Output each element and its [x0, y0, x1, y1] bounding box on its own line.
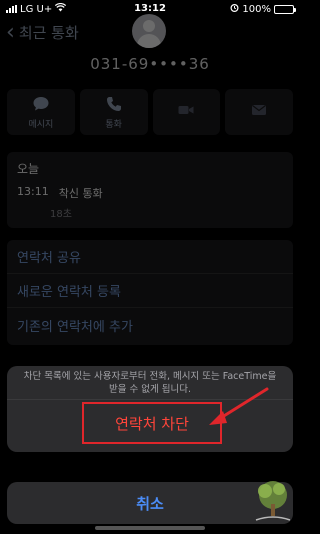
action-buttons: 메시지 통화 — [7, 89, 293, 135]
add-to-existing-item[interactable]: 기존의 연락처에 추가 — [7, 308, 293, 342]
home-indicator — [95, 526, 205, 530]
block-contact-button[interactable]: 연락처 차단 — [82, 402, 222, 444]
tree-logo-icon — [255, 481, 291, 521]
contact-detail-background: ‹ 최근 통화 031-69••••36 메시지 통화 오늘 13:11 착신 … — [0, 0, 300, 534]
phone-icon — [106, 96, 121, 111]
video-button[interactable] — [152, 89, 221, 135]
mail-button[interactable] — [225, 89, 293, 135]
message-button[interactable]: 메시지 — [7, 89, 75, 135]
call-row: 13:11 착신 통화 — [17, 185, 283, 201]
call-time: 13:11 — [17, 185, 49, 198]
phone-number: 031-69••••36 — [90, 55, 210, 73]
call-button[interactable]: 통화 — [79, 89, 148, 135]
message-icon — [33, 96, 49, 110]
action-label: 통화 — [105, 119, 122, 130]
back-button[interactable]: ‹ 최근 통화 — [6, 19, 79, 45]
back-label: 최근 통화 — [18, 24, 79, 42]
action-label: 메시지 — [28, 119, 54, 130]
red-arrow-annotation — [209, 387, 269, 425]
new-contact-item[interactable]: 새로운 연락처 등록 — [7, 274, 293, 308]
video-icon — [178, 106, 194, 114]
mail-icon — [252, 105, 267, 115]
share-contact-item[interactable]: 연락처 공유 — [7, 240, 293, 274]
recent-date-heading: 오늘 — [17, 162, 40, 176]
avatar — [132, 14, 166, 48]
call-duration: 18초 — [50, 209, 72, 220]
chevron-left-icon: ‹ — [6, 19, 15, 45]
recent-calls-card: 오늘 13:11 착신 통화 18초 — [7, 152, 293, 228]
call-type: 착신 통화 — [58, 187, 103, 200]
contact-options-list: 연락처 공유 새로운 연락처 등록 기존의 연락처에 추가 — [7, 240, 293, 345]
